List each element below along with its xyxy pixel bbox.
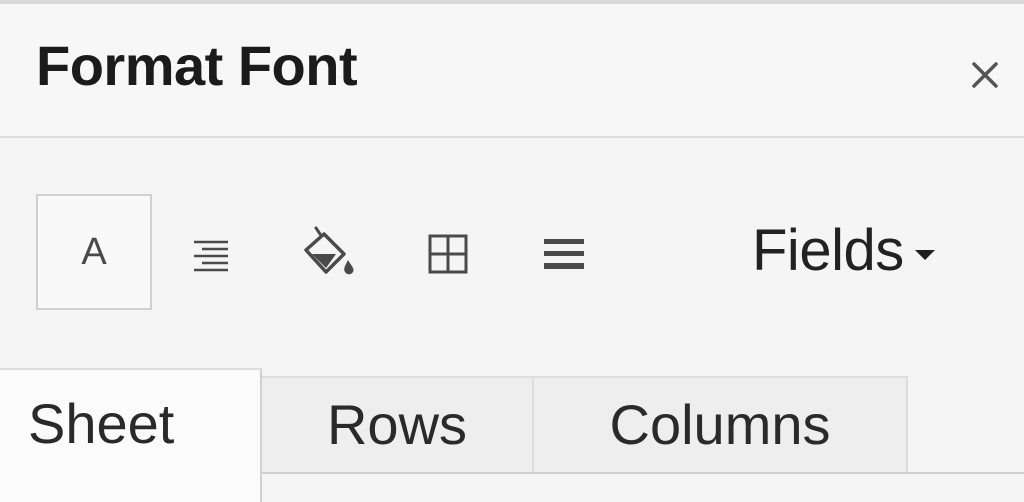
- borders-tool-button[interactable]: [418, 224, 478, 284]
- align-right-icon: [194, 240, 228, 272]
- alignment-tool-button[interactable]: [180, 224, 240, 284]
- tab-sheet-label: Sheet: [28, 392, 175, 455]
- tab-sheet[interactable]: Sheet: [0, 368, 262, 502]
- font-a-icon: A: [81, 231, 107, 273]
- tab-panel-area: [262, 474, 1024, 502]
- lines-icon: [544, 239, 584, 269]
- shading-tool-button[interactable]: [296, 224, 360, 284]
- panel-title: Format Font: [36, 34, 358, 97]
- tab-rows-label: Rows: [326, 393, 468, 456]
- font-tool-button[interactable]: A: [36, 194, 152, 310]
- format-toolbar: A Fields: [0, 138, 1024, 368]
- format-tabs: Sheet Rows Columns: [0, 368, 1024, 502]
- borders-grid-icon: [428, 234, 468, 274]
- close-button[interactable]: [960, 50, 1010, 100]
- paint-bucket-icon: [304, 226, 354, 275]
- fields-dropdown[interactable]: Fields: [752, 216, 936, 286]
- format-panel-header: Format Font: [0, 4, 1024, 138]
- caret-down-icon: [914, 250, 935, 260]
- lines-tool-button[interactable]: [534, 224, 594, 284]
- tab-rows[interactable]: Rows: [262, 376, 534, 472]
- tabs-divider: [262, 472, 1024, 474]
- fields-dropdown-label: Fields: [752, 218, 904, 283]
- close-icon: [972, 62, 998, 88]
- tab-columns-label: Columns: [609, 393, 831, 456]
- tab-columns[interactable]: Columns: [534, 376, 908, 472]
